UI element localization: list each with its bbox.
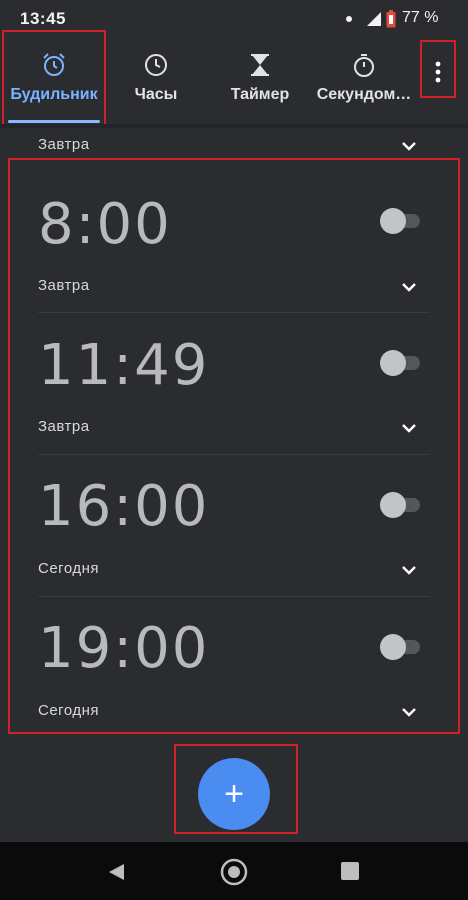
stopwatch-icon xyxy=(354,54,374,77)
alarm-divider xyxy=(38,312,430,313)
alarm-day: Сегодня xyxy=(38,702,99,719)
status-time: 13:45 xyxy=(20,9,66,28)
alarm-divider xyxy=(38,596,430,597)
previous-alarm-day: Завтра xyxy=(38,136,90,153)
more-options-button[interactable] xyxy=(424,46,452,98)
chevron-down-icon[interactable] xyxy=(400,564,418,576)
alarm-day: Завтра xyxy=(38,277,90,294)
tab-alarm[interactable]: Будильник xyxy=(4,38,104,124)
add-alarm-button[interactable]: + xyxy=(198,758,270,830)
alarm-toggle[interactable] xyxy=(380,350,422,376)
chevron-down-icon[interactable] xyxy=(400,281,418,293)
chevron-down-icon[interactable] xyxy=(400,706,418,718)
more-vert-icon xyxy=(435,61,441,83)
clock-icon xyxy=(145,54,167,76)
tab-alarm-label: Будильник xyxy=(10,86,98,103)
tab-timer[interactable]: Таймер xyxy=(222,38,298,124)
alarm-divider xyxy=(38,454,430,455)
battery-percentage: 77 % xyxy=(402,9,439,26)
tab-clock[interactable]: Часы xyxy=(116,38,196,124)
alarm-screen: 13:45 77 % Будильник Часы Таймер Секундо… xyxy=(0,0,468,900)
alarm-toggle[interactable] xyxy=(380,492,422,518)
tab-stopwatch-label: Секундом… xyxy=(316,86,412,103)
alarm-day: Завтра xyxy=(38,418,90,435)
tab-divider xyxy=(0,124,468,128)
alarm-time[interactable]: 16:00 xyxy=(38,474,209,539)
back-icon[interactable] xyxy=(106,862,126,882)
notification-dot-icon xyxy=(346,16,352,22)
alarm-time[interactable]: 8:00 xyxy=(38,192,172,257)
chevron-down-icon[interactable] xyxy=(400,140,418,152)
alarm-day: Сегодня xyxy=(38,560,99,577)
status-bar: 13:45 77 % xyxy=(0,0,468,38)
tab-stopwatch[interactable]: Секундом… xyxy=(310,38,418,124)
hourglass-icon xyxy=(251,54,269,76)
plus-icon: + xyxy=(224,775,244,813)
tab-timer-label: Таймер xyxy=(230,86,290,103)
alarm-time[interactable]: 11:49 xyxy=(38,333,209,398)
active-tab-indicator xyxy=(8,120,100,123)
alarm-time[interactable]: 19:00 xyxy=(38,616,209,681)
chevron-down-icon[interactable] xyxy=(400,422,418,434)
recents-icon[interactable] xyxy=(341,862,359,880)
alarm-toggle[interactable] xyxy=(380,634,422,660)
tab-bar: Будильник Часы Таймер Секундом… xyxy=(0,38,468,124)
home-icon[interactable] xyxy=(220,858,248,886)
tab-clock-label: Часы xyxy=(134,86,178,103)
alarm-toggle[interactable] xyxy=(380,208,422,234)
battery-icon xyxy=(386,10,396,28)
alarm-clock-icon xyxy=(43,53,65,76)
signal-icon xyxy=(367,12,381,26)
